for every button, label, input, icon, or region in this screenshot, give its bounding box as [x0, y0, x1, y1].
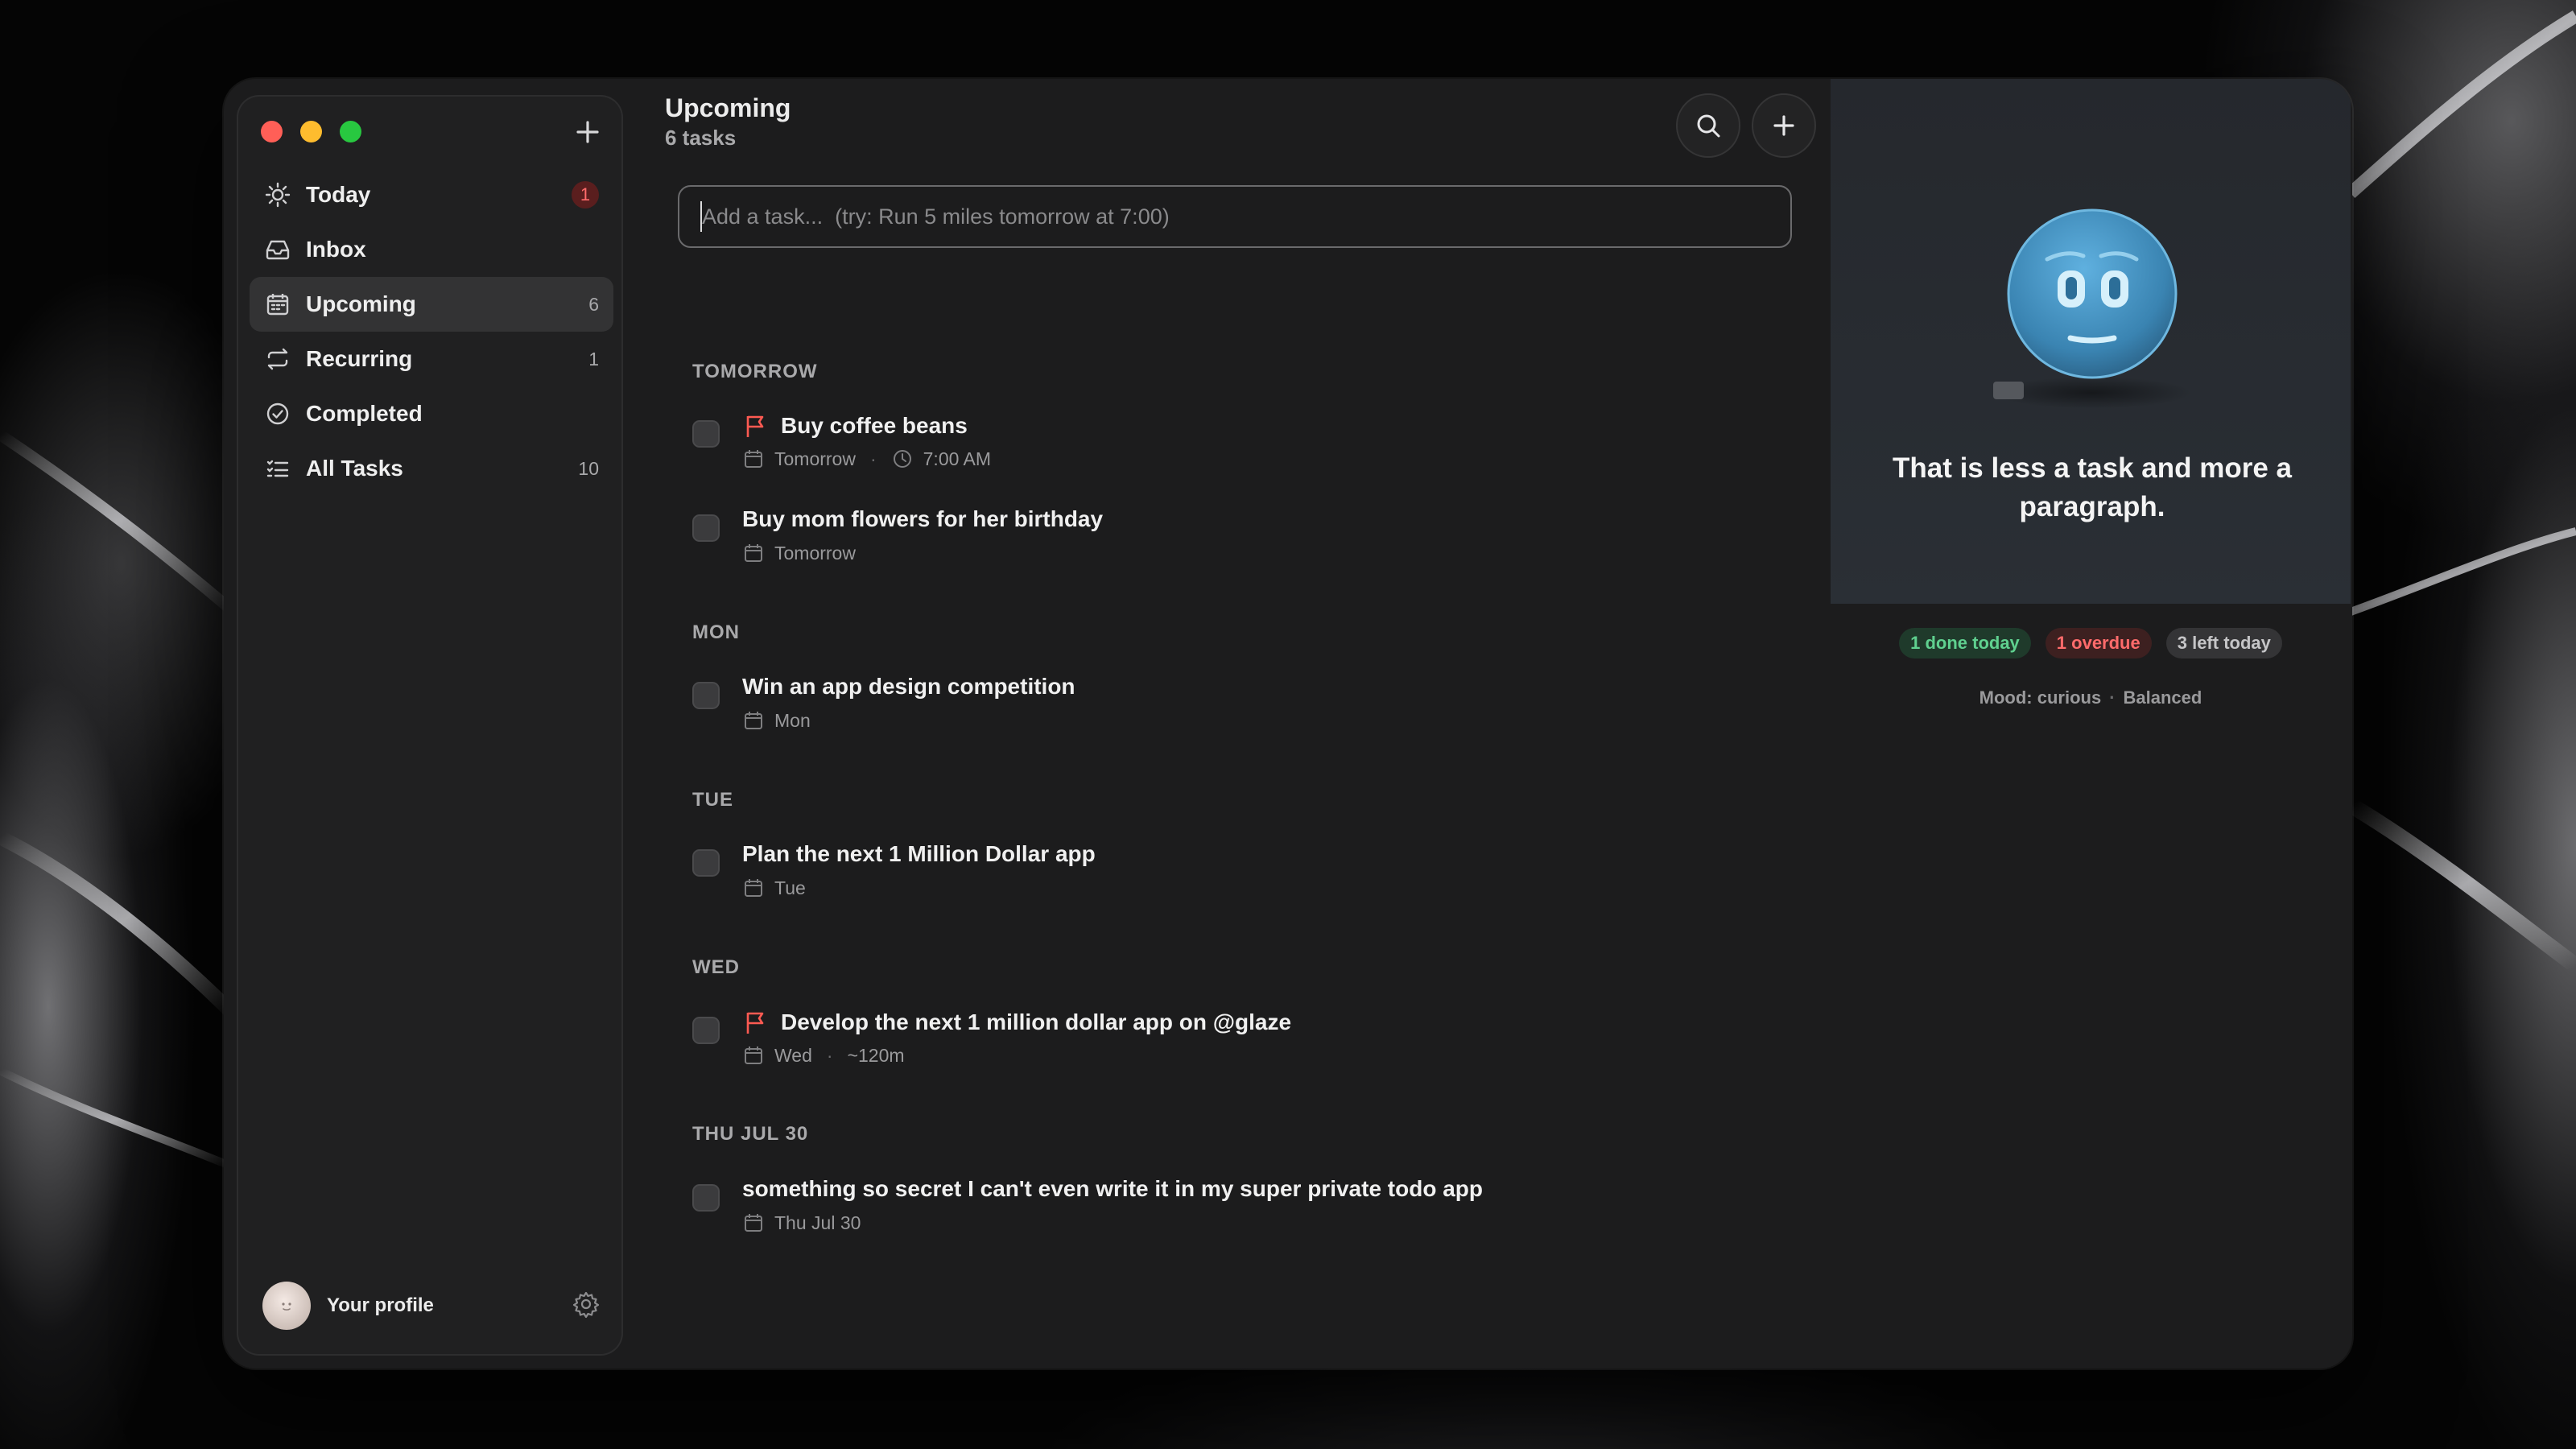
page-title: Upcoming	[665, 93, 791, 122]
list-icon	[262, 453, 293, 484]
mood-label: Mood: curious	[1979, 687, 2102, 708]
flag-icon	[746, 1012, 764, 1034]
close-window-button[interactable]	[261, 121, 283, 142]
calendar-icon	[745, 1046, 762, 1064]
text-caret	[700, 201, 702, 232]
task-date: Tomorrow	[774, 448, 856, 469]
section-heading-tomorrow: TOMORROW	[692, 361, 818, 382]
task-count: 1	[588, 348, 599, 369]
sidebar-item-upcoming[interactable]: Upcoming 6	[250, 277, 613, 332]
check-circle-icon	[262, 398, 293, 429]
task-count: 6	[588, 293, 599, 315]
search-icon	[1697, 114, 1720, 138]
task-title: Plan the next 1 Million Dollar app	[742, 841, 1096, 866]
search-button[interactable]	[1676, 93, 1740, 158]
task-count-subtitle: 6 tasks	[665, 126, 737, 150]
sidebar: Today 1 Inbox Upcoming 6 Recurring 1 Com…	[237, 95, 623, 1356]
mascot-face-icon	[2007, 208, 2178, 379]
settings-button[interactable]	[572, 1290, 601, 1323]
flag-icon	[746, 415, 764, 437]
section-heading-tue: TUE	[692, 789, 733, 811]
plus-icon	[576, 121, 599, 143]
task-checkbox[interactable]	[692, 682, 720, 709]
overdue-count-badge: 1	[572, 181, 599, 208]
section-heading-mon: MON	[692, 621, 740, 643]
separator-dot: ·	[826, 1044, 833, 1066]
mode-label: Balanced	[2123, 687, 2202, 708]
assistant-message: That is less a task and more a paragraph…	[1892, 452, 2293, 522]
sidebar-item-inbox[interactable]: Inbox	[250, 222, 613, 277]
calendar-icon	[745, 712, 762, 729]
minimize-window-button[interactable]	[300, 121, 322, 142]
app-window: Today 1 Inbox Upcoming 6 Recurring 1 Com…	[224, 79, 2352, 1368]
calendar-icon	[745, 544, 762, 562]
add-task-button[interactable]	[1752, 93, 1816, 158]
task-date: Wed	[774, 1044, 812, 1066]
stats-row: 1 done today 1 overdue 3 left today	[1831, 628, 2351, 658]
task-title: something so secret I can't even write i…	[742, 1176, 1483, 1201]
assistant-panel: That is less a task and more a paragraph…	[1831, 79, 2351, 1368]
sidebar-nav: Today 1 Inbox Upcoming 6 Recurring 1 Com…	[250, 167, 613, 496]
task-checkbox[interactable]	[692, 420, 720, 448]
separator-dot: ·	[869, 448, 877, 469]
task-checkbox[interactable]	[692, 849, 720, 877]
task-date: Mon	[774, 709, 811, 731]
sidebar-item-label: Recurring	[306, 346, 413, 371]
done-today-badge: 1 done today	[1899, 628, 2031, 658]
sidebar-item-label: Inbox	[306, 237, 366, 262]
left-today-badge: 3 left today	[2165, 628, 2282, 658]
add-task-input[interactable]	[678, 185, 1792, 248]
gear-icon	[572, 1291, 600, 1318]
task-title: Buy coffee beans	[781, 413, 968, 438]
task-checkbox[interactable]	[692, 1184, 720, 1212]
inbox-icon	[262, 234, 293, 265]
sidebar-item-label: Upcoming	[306, 291, 416, 316]
task-duration: ~120m	[847, 1044, 905, 1066]
avatar[interactable]	[262, 1282, 311, 1330]
plus-icon	[1773, 115, 1794, 136]
sidebar-item-recurring[interactable]: Recurring 1	[250, 332, 613, 386]
sidebar-item-label: Today	[306, 182, 371, 207]
sidebar-item-label: Completed	[306, 401, 423, 426]
calendar-icon	[745, 1214, 762, 1232]
task-title: Buy mom flowers for her birthday	[742, 506, 1104, 531]
task-date: Thu Jul 30	[774, 1212, 861, 1233]
task-count: 10	[578, 457, 599, 479]
sidebar-item-completed[interactable]: Completed	[250, 386, 613, 441]
mascot-tag-icon	[1993, 382, 2024, 399]
calendar-icon	[745, 450, 762, 468]
repeat-icon	[262, 344, 293, 374]
window-controls	[261, 121, 361, 142]
task-date: Tue	[774, 877, 806, 898]
section-heading-wed: WED	[692, 956, 740, 978]
task-checkbox[interactable]	[692, 514, 720, 542]
clock-icon	[893, 450, 911, 468]
sidebar-item-all-tasks[interactable]: All Tasks 10	[250, 441, 613, 496]
avatar-face-icon	[282, 1302, 291, 1311]
profile-name: Your profile	[327, 1294, 434, 1316]
overdue-badge: 1 overdue	[2045, 628, 2152, 658]
task-title: Develop the next 1 million dollar app on…	[781, 1009, 1292, 1034]
separator-dot: ·	[2109, 687, 2116, 708]
sun-icon	[262, 180, 293, 210]
sidebar-item-label: All Tasks	[306, 456, 403, 481]
zoom-window-button[interactable]	[340, 121, 361, 142]
task-title: Win an app design competition	[742, 674, 1075, 699]
new-list-button[interactable]	[570, 114, 605, 150]
task-time: 7:00 AM	[923, 448, 992, 469]
task-date: Tomorrow	[774, 542, 856, 564]
section-heading-thu-jul-30: THU JUL 30	[692, 1123, 809, 1145]
calendar-icon	[745, 879, 762, 897]
profile-row[interactable]: Your profile	[262, 1282, 601, 1330]
task-checkbox[interactable]	[692, 1017, 720, 1044]
calendar-icon	[262, 289, 293, 320]
mood-line: Mood: curious · Balanced	[1831, 687, 2351, 708]
sidebar-item-today[interactable]: Today 1	[250, 167, 613, 222]
